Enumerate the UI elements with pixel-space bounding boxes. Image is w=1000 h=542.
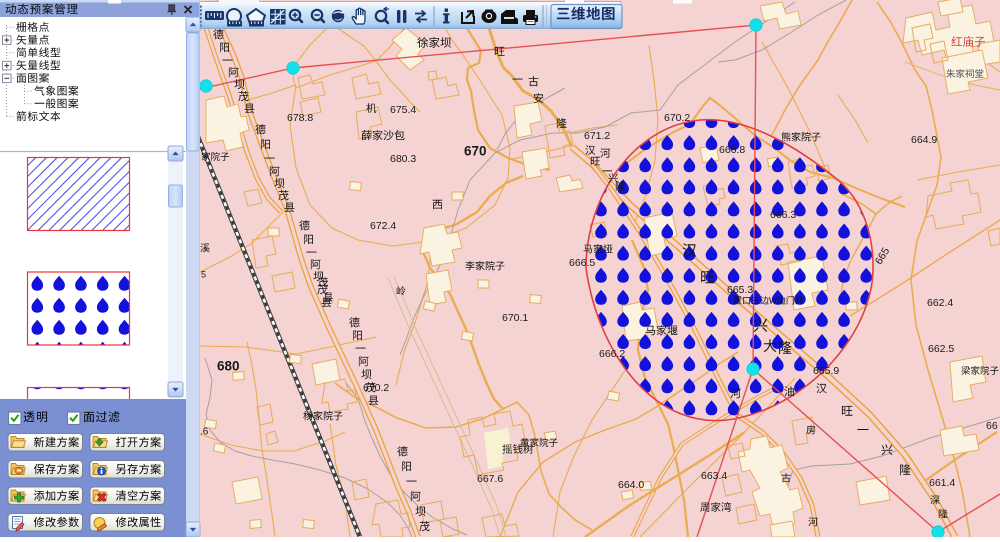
svg-text:66: 66 [986,420,998,432]
svg-text:664.0: 664.0 [618,479,644,491]
svg-text:671.2: 671.2 [584,130,610,142]
svg-text:666.2: 666.2 [599,348,625,360]
svg-text:680.3: 680.3 [390,153,416,165]
svg-text:670: 670 [464,143,487,158]
svg-text:.6: .6 [200,426,209,437]
svg-text:5: 5 [201,270,206,280]
svg-text:666.5: 666.5 [569,257,595,269]
svg-text:664.9: 664.9 [911,134,937,146]
svg-text:672.4: 672.4 [370,220,396,232]
svg-text:665.3: 665.3 [727,284,753,296]
svg-text:662.5: 662.5 [928,343,954,355]
svg-text:666.3: 666.3 [770,209,796,221]
svg-text:662.4: 662.4 [927,297,953,309]
svg-text:663.4: 663.4 [701,470,727,482]
svg-text:661.4: 661.4 [929,477,955,489]
svg-text:666.8: 666.8 [719,144,745,156]
svg-text:667.6: 667.6 [477,473,503,485]
svg-text:680: 680 [217,358,240,373]
svg-text:670.2: 670.2 [664,112,690,124]
svg-text:678.8: 678.8 [287,112,313,124]
svg-text:665.9: 665.9 [813,365,839,377]
svg-text:670.1: 670.1 [502,312,528,324]
svg-text:675.4: 675.4 [390,104,416,116]
